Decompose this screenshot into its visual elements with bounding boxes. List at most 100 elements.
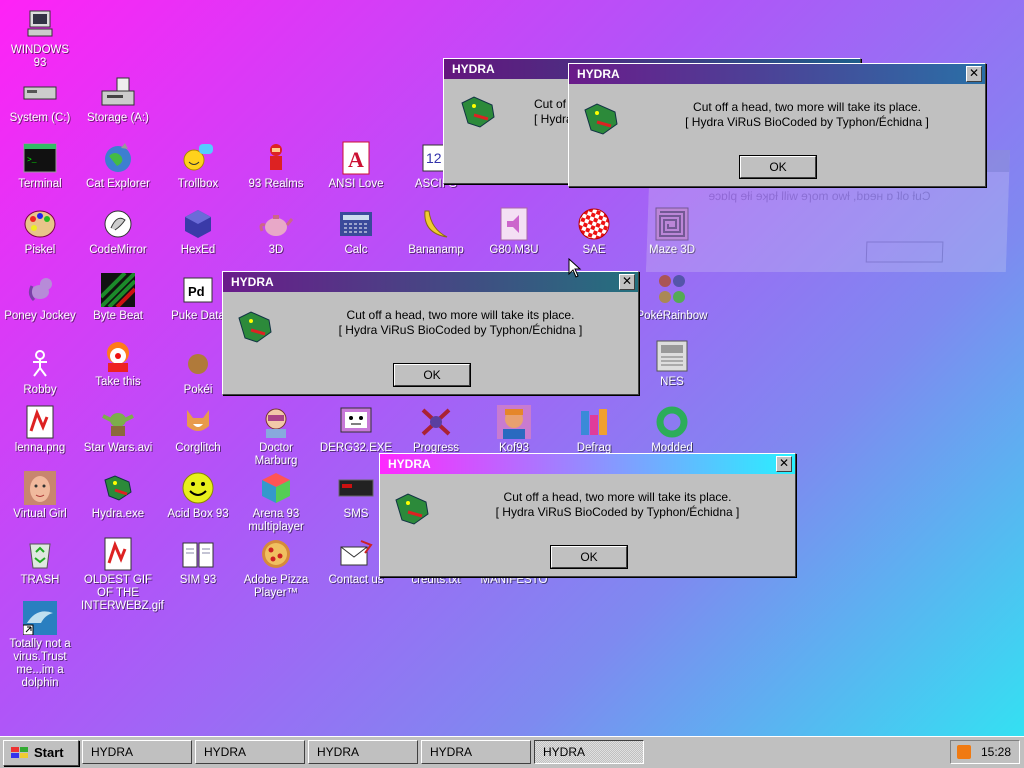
console-icon [338, 470, 374, 506]
dialog-titlebar[interactable]: HYDRA ✕ [380, 454, 795, 474]
desktop-icon-robby[interactable]: Robby [2, 346, 78, 397]
start-label: Start [34, 745, 64, 760]
desktop-icon-maze3d[interactable]: Maze 3D [634, 206, 710, 257]
dialog-titlebar[interactable]: HYDRA ✕ [569, 64, 985, 84]
taskbar-item-hydra[interactable]: HYDRA [82, 740, 192, 764]
taskbar-item-hydra[interactable]: HYDRA [195, 740, 305, 764]
dialog-message: Cut off a head, two more will take its p… [338, 308, 583, 337]
desktop-icon-storage-a[interactable]: Storage (A:) [80, 74, 156, 125]
envelope-icon [338, 536, 374, 572]
drive-icon [22, 74, 58, 110]
desktop-icon-progress[interactable]: Progress [398, 404, 474, 455]
desktop-icon-system-c[interactable]: System (C:) [2, 74, 78, 125]
desktop-icon-doctor-marburg[interactable]: Doctor Marburg [238, 404, 314, 468]
nes-icon [654, 338, 690, 374]
dialog-message: Cut off a head, two more will take its p… [495, 490, 740, 519]
cube-icon [258, 470, 294, 506]
desktop-icon-hexed[interactable]: HexEd [160, 206, 236, 257]
desktop-icon-bananamp[interactable]: Bananamp [398, 206, 474, 257]
desktop-icon-oldest-gif[interactable]: OLDEST GIF OF THE INTERWEBZ.gif [80, 536, 164, 613]
clock: 15:28 [980, 745, 1011, 759]
desktop-icon-corglitch[interactable]: Corglitch [160, 404, 236, 455]
desktop-icon-lenna[interactable]: lenna.png [2, 404, 78, 455]
pony-icon [22, 272, 58, 308]
pizza-icon [258, 536, 294, 572]
desktop-icon-calc[interactable]: Calc [318, 206, 394, 257]
taskbar-item-hydra[interactable]: HYDRA [421, 740, 531, 764]
hydra-icon [395, 493, 429, 525]
desktop-icon-windows93[interactable]: WINDOWS 93 [2, 6, 78, 70]
desktop-icon-hydra-exe[interactable]: Hydra.exe [80, 470, 156, 521]
close-icon[interactable]: ✕ [619, 274, 635, 290]
bytebeat-icon [100, 272, 136, 308]
dialog-message: Cut off a head, two more will take its p… [685, 100, 929, 129]
dolphin-icon [22, 600, 58, 636]
desktop-icon-arena93[interactable]: Arena 93 multiplayer [238, 470, 314, 534]
palette-icon [22, 206, 58, 242]
desktop-icon-ansi-love[interactable]: A ANSI Love [318, 140, 394, 191]
close-icon[interactable]: ✕ [966, 66, 982, 82]
desktop-icon-acid-box[interactable]: Acid Box 93 [160, 470, 236, 521]
desktop-icon-trash[interactable]: TRASH [2, 536, 78, 587]
banana-icon [418, 206, 454, 242]
clown-icon [100, 338, 136, 374]
desktop-icon-g80m3u[interactable]: G80.M3U [476, 206, 552, 257]
desktop-icon-defrag[interactable]: Defrag [556, 404, 632, 455]
close-icon[interactable]: ✕ [776, 456, 792, 472]
acid-smiley-icon [180, 470, 216, 506]
ok-button[interactable]: OK [551, 546, 627, 568]
desktop-icon-codemirror[interactable]: CodeMirror [80, 206, 156, 257]
dialog-title: HYDRA [231, 275, 274, 289]
desktop-icon-sae[interactable]: SAE [556, 206, 632, 257]
desktop-icon-trollbox[interactable]: Trollbox [160, 140, 236, 191]
desktop-icon-virtual-girl[interactable]: Virtual Girl [2, 470, 78, 521]
realms-icon [258, 140, 294, 176]
mouse-cursor-icon [568, 258, 582, 278]
taskbar-item-hydra[interactable]: HYDRA [308, 740, 418, 764]
desktop-icon-dolphin[interactable]: Totally not a virus.Trust me...im a dolp… [2, 600, 78, 690]
desktop-icon-pokerainbow[interactable]: PokéRainbow [634, 272, 710, 323]
desktop-icon-piskel[interactable]: Piskel [2, 206, 78, 257]
hydra-icon [461, 96, 495, 128]
corgi-icon [180, 404, 216, 440]
pokerainbow-icon [654, 272, 690, 308]
desktop: WINDOWS 93 System (C:) >_ Terminal Piske… [0, 0, 1024, 736]
teapot-icon [258, 206, 294, 242]
fighter-icon [496, 404, 532, 440]
desktop-icon-derg32[interactable]: DERG32.EXE [318, 404, 394, 455]
svg-text:A: A [348, 147, 364, 172]
rss-icon[interactable] [957, 745, 971, 759]
desktop-icon-poney-jockey[interactable]: Poney Jockey [2, 272, 78, 323]
desktop-icon-byte-beat[interactable]: Byte Beat [80, 272, 156, 323]
hydra-dialog: HYDRA ✕ Cut off a head, two more will ta… [568, 63, 986, 187]
desktop-icon-3d[interactable]: 3D [238, 206, 314, 257]
desktop-icon-kof93[interactable]: Kof93 [476, 404, 552, 455]
svg-text:Pd: Pd [188, 284, 205, 299]
desktop-icon-93-realms[interactable]: 93 Realms [238, 140, 314, 191]
desktop-icon-modded[interactable]: Modded [634, 404, 710, 455]
desktop-icon-cat-explorer[interactable]: Cat Explorer [80, 140, 156, 191]
system-tray: 15:28 [950, 740, 1020, 764]
monitor-face-icon [338, 404, 374, 440]
desktop-icon-nes[interactable]: NES [634, 338, 710, 389]
hex-cube-icon [180, 206, 216, 242]
boing-ball-icon [576, 206, 612, 242]
taskbar-item-hydra[interactable]: HYDRA [534, 740, 644, 764]
dialog-title: HYDRA [452, 62, 495, 76]
start-button[interactable]: Start [3, 740, 79, 766]
cookie-icon [180, 346, 216, 382]
desktop-icon-adobe-pizza[interactable]: Adobe Pizza Player™ [238, 536, 314, 600]
desktop-icon-terminal[interactable]: >_ Terminal [2, 140, 78, 191]
ok-button[interactable]: OK [740, 156, 816, 178]
floppy-drive-icon [100, 74, 136, 110]
dialog-message-fragment: Cut of [ Hydra [534, 97, 573, 126]
dialog-title: HYDRA [577, 67, 620, 81]
maze-icon [654, 206, 690, 242]
desktop-icon-take-this[interactable]: Take this [80, 338, 156, 389]
taskbar: Start HYDRA HYDRA HYDRA HYDRA HYDRA 15:2… [0, 736, 1024, 768]
desktop-icon-sim93[interactable]: SIM 93 [160, 536, 236, 587]
ok-button[interactable]: OK [394, 364, 470, 386]
ansi-book-icon: A [338, 140, 374, 176]
computer-icon [22, 6, 58, 42]
desktop-icon-star-wars[interactable]: Star Wars.avi [80, 404, 156, 455]
